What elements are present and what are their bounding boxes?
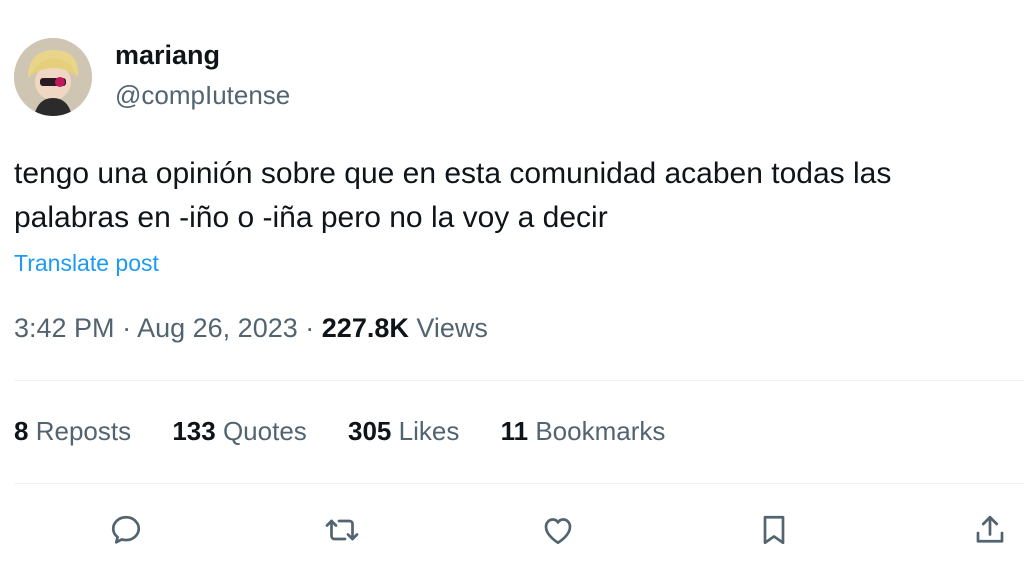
like-icon xyxy=(544,518,572,545)
views-label: Views xyxy=(416,313,488,343)
tweet-text: tengo una opinión sobre que en esta comu… xyxy=(14,157,892,234)
share-icon xyxy=(976,515,1004,543)
reposts-stat[interactable]: 8 Reposts xyxy=(14,416,131,447)
reposts-label: Reposts xyxy=(35,416,132,446)
quotes-label: Quotes xyxy=(222,416,307,446)
bookmark-button[interactable] xyxy=(752,508,796,552)
tweet-meta: 3:42 PM · Aug 26, 2023 · 227.8K Views xyxy=(14,313,488,344)
quotes-stat[interactable]: 133 Quotes xyxy=(172,416,306,447)
quotes-count: 133 xyxy=(172,416,216,446)
meta-separator: · xyxy=(305,313,315,343)
action-bar xyxy=(0,500,1024,560)
share-button[interactable] xyxy=(968,508,1012,552)
repost-button[interactable] xyxy=(320,508,364,552)
repost-icon xyxy=(325,519,359,541)
divider xyxy=(14,483,1024,484)
meta-separator: · xyxy=(122,313,132,343)
reply-icon xyxy=(111,515,141,544)
bookmark-icon xyxy=(763,515,785,545)
bookmarks-stat[interactable]: 11 Bookmarks xyxy=(501,416,666,447)
divider xyxy=(14,380,1024,381)
likes-label: Likes xyxy=(398,416,460,446)
bookmarks-count: 11 xyxy=(500,416,529,446)
avatar[interactable] xyxy=(14,38,92,116)
likes-count: 305 xyxy=(348,416,392,446)
user-handle[interactable]: @compIutense xyxy=(115,80,290,111)
avatar-image xyxy=(14,38,92,116)
likes-stat[interactable]: 305 Likes xyxy=(348,416,459,447)
post-time[interactable]: 3:42 PM xyxy=(14,313,115,343)
display-name[interactable]: mariang xyxy=(115,40,220,71)
reply-button[interactable] xyxy=(104,508,148,552)
views-count: 227.8K xyxy=(321,313,409,343)
like-button[interactable] xyxy=(536,508,580,552)
translate-post-link[interactable]: Translate post xyxy=(14,250,159,277)
reposts-count: 8 xyxy=(14,416,29,446)
engagement-stats: 8 Reposts 133 Quotes 305 Likes 11 Bookma… xyxy=(14,416,699,447)
bookmarks-label: Bookmarks xyxy=(535,416,666,446)
post-date[interactable]: Aug 26, 2023 xyxy=(137,313,298,343)
